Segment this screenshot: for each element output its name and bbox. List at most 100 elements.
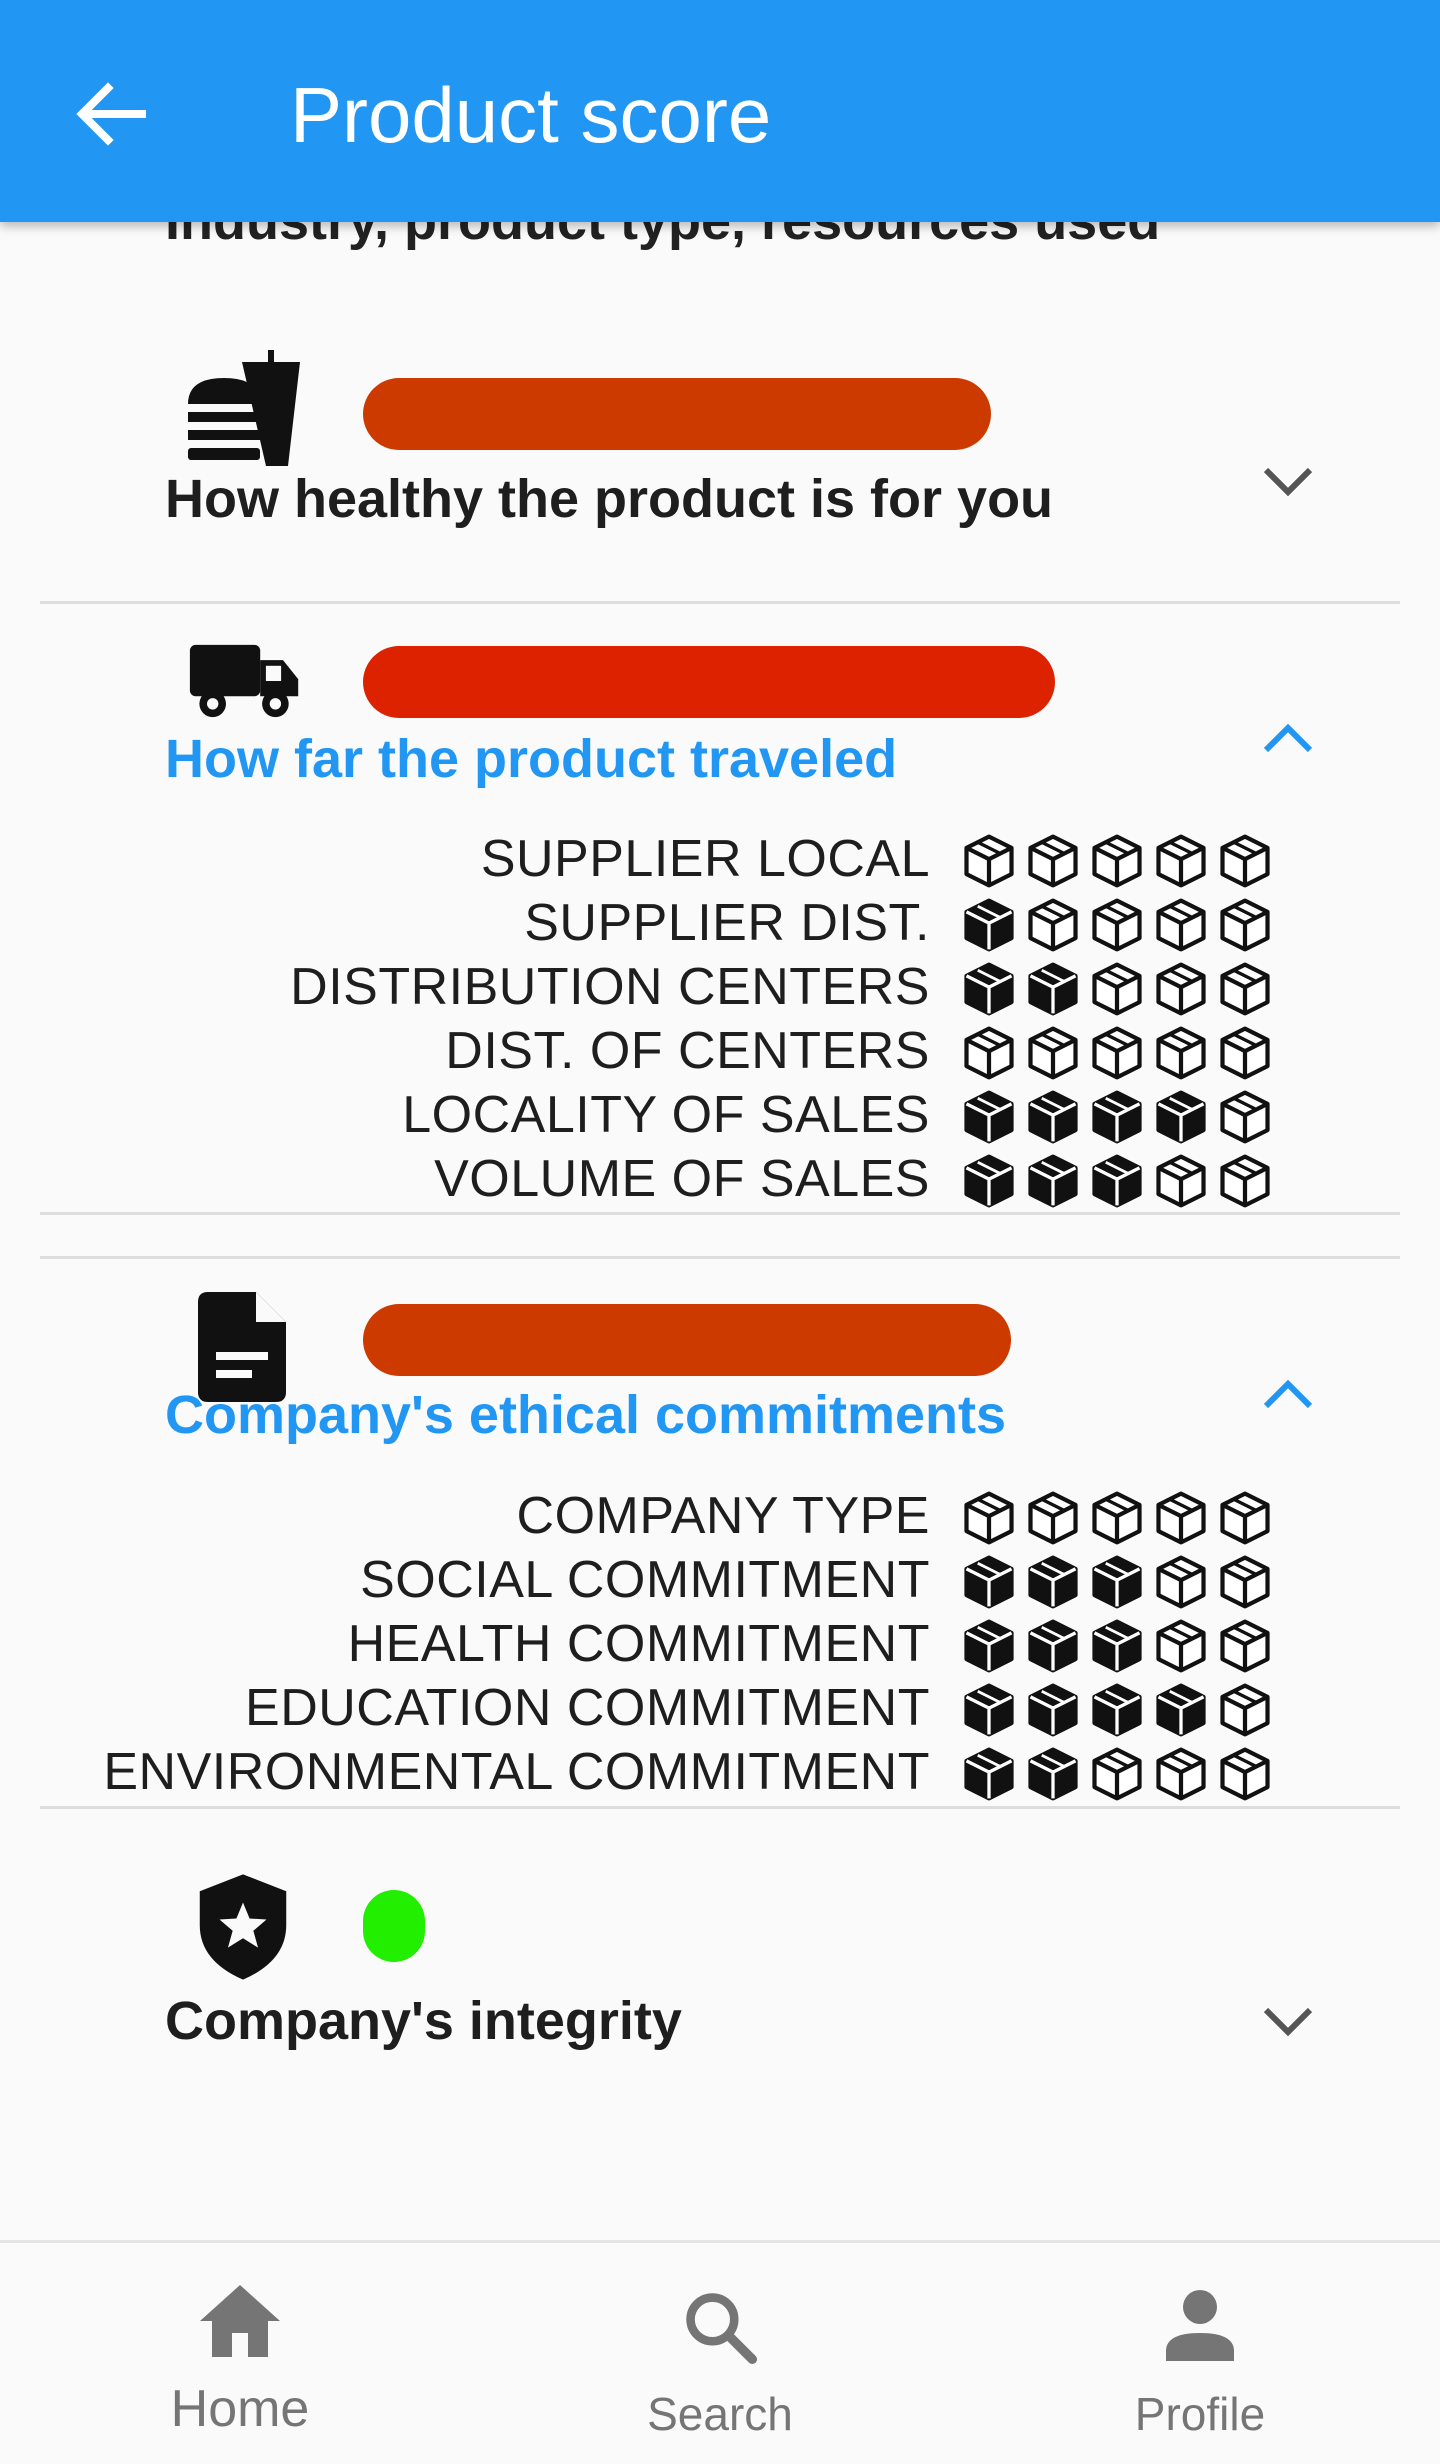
rating-label: COMPANY TYPE (516, 1487, 930, 1545)
rating-row: SOCIAL COMMITMENT (0, 1548, 1440, 1612)
chevron-up-icon[interactable] (1258, 1376, 1318, 1416)
rating-label: SUPPLIER DIST. (524, 894, 930, 952)
person-icon (1166, 2290, 1234, 2361)
partial-section-text: Industry, product type, resources used (165, 222, 1160, 252)
health-score-bar (363, 378, 991, 450)
divider (40, 1806, 1400, 1809)
integrity-score-bar (363, 1890, 425, 1962)
rating-label: EDUCATION COMMITMENT (245, 1679, 930, 1737)
rating-boxes (957, 1552, 1277, 1612)
rating-boxes (957, 1488, 1277, 1548)
section-health[interactable]: How healthy the product is for you (0, 350, 1440, 606)
box-filled-icon (1149, 1680, 1213, 1740)
box-empty-icon (1213, 1087, 1277, 1147)
box-empty-icon (957, 1023, 1021, 1083)
box-empty-icon (1149, 831, 1213, 891)
box-empty-icon (1085, 895, 1149, 955)
section-label-ethics: Company's ethical commitments (165, 1385, 1007, 1445)
box-filled-icon (1021, 959, 1085, 1019)
shield-star-icon (199, 1874, 287, 1980)
nav-label-profile: Profile (1134, 2388, 1266, 2440)
box-empty-icon (1213, 1552, 1277, 1612)
section-label-travel: How far the product traveled (165, 729, 898, 789)
box-empty-icon (1085, 1744, 1149, 1804)
nav-profile[interactable]: Profile (1080, 2243, 1320, 2464)
ethics-score-bar (363, 1304, 1011, 1376)
box-filled-icon (1149, 1087, 1213, 1147)
divider (40, 1256, 1400, 1259)
box-empty-icon (1213, 1151, 1277, 1211)
chevron-down-icon[interactable] (1258, 2000, 1318, 2040)
chevron-down-icon[interactable] (1258, 460, 1318, 500)
rating-label: VOLUME OF SALES (434, 1150, 930, 1208)
nav-label-home: Home (170, 2380, 310, 2438)
box-empty-icon (1149, 1552, 1213, 1612)
rating-label: SUPPLIER LOCAL (480, 830, 930, 888)
section-travel[interactable]: How far the product traveled SUPPLIER LO… (0, 622, 1440, 1208)
box-filled-icon (1021, 1151, 1085, 1211)
rating-row: VOLUME OF SALES (0, 1147, 1440, 1211)
box-filled-icon (1021, 1552, 1085, 1612)
box-filled-icon (1085, 1151, 1149, 1211)
box-empty-icon (1085, 831, 1149, 891)
box-empty-icon (1213, 1744, 1277, 1804)
box-empty-icon (1149, 1488, 1213, 1548)
rating-boxes (957, 1744, 1277, 1804)
box-filled-icon (957, 1616, 1021, 1676)
box-empty-icon (1021, 895, 1085, 955)
arrow-back-icon[interactable] (70, 74, 150, 154)
rating-label: DISTRIBUTION CENTERS (290, 958, 930, 1016)
home-icon (200, 2285, 280, 2357)
rating-row: DISTRIBUTION CENTERS (0, 955, 1440, 1019)
box-filled-icon (1021, 1744, 1085, 1804)
box-filled-icon (957, 1680, 1021, 1740)
page-title: Product score (290, 71, 772, 159)
rating-boxes (957, 1680, 1277, 1740)
rating-label: DIST. OF CENTERS (445, 1022, 930, 1080)
fastfood-icon (188, 350, 300, 466)
box-empty-icon (1085, 959, 1149, 1019)
box-filled-icon (957, 895, 1021, 955)
box-filled-icon (957, 1151, 1021, 1211)
box-empty-icon (957, 1488, 1021, 1548)
box-empty-icon (1021, 1488, 1085, 1548)
box-empty-icon (1213, 895, 1277, 955)
box-empty-icon (1085, 1488, 1149, 1548)
rating-label: HEALTH COMMITMENT (347, 1615, 930, 1673)
box-empty-icon (1149, 895, 1213, 955)
box-filled-icon (957, 1744, 1021, 1804)
box-filled-icon (1085, 1680, 1149, 1740)
rating-boxes (957, 1087, 1277, 1147)
box-empty-icon (1021, 1023, 1085, 1083)
chevron-up-icon[interactable] (1258, 720, 1318, 760)
rating-boxes (957, 831, 1277, 891)
rating-boxes (957, 895, 1277, 955)
rating-label: SOCIAL COMMITMENT (360, 1551, 930, 1609)
divider (40, 1212, 1400, 1215)
box-empty-icon (1213, 831, 1277, 891)
rating-boxes (957, 959, 1277, 1019)
rating-boxes (957, 1616, 1277, 1676)
rating-row: EDUCATION COMMITMENT (0, 1676, 1440, 1740)
section-integrity[interactable]: Company's integrity (0, 1872, 1440, 2092)
rating-boxes (957, 1151, 1277, 1211)
box-empty-icon (1213, 1616, 1277, 1676)
rating-row: LOCALITY OF SALES (0, 1083, 1440, 1147)
box-filled-icon (1021, 1616, 1085, 1676)
box-empty-icon (1149, 1744, 1213, 1804)
box-filled-icon (957, 1087, 1021, 1147)
box-filled-icon (1085, 1087, 1149, 1147)
box-empty-icon (1149, 1023, 1213, 1083)
rating-row: SUPPLIER LOCAL (0, 827, 1440, 891)
box-empty-icon (1213, 1023, 1277, 1083)
nav-home[interactable]: Home (120, 2243, 360, 2464)
rating-label: LOCALITY OF SALES (402, 1086, 930, 1144)
score-content[interactable]: Industry, product type, resources used H… (0, 222, 1440, 2240)
nav-label-search: Search (647, 2388, 793, 2440)
box-empty-icon (957, 831, 1021, 891)
rating-row: COMPANY TYPE (0, 1484, 1440, 1548)
nav-search[interactable]: Search (600, 2243, 840, 2464)
section-label-integrity: Company's integrity (165, 1991, 682, 2051)
box-empty-icon (1085, 1023, 1149, 1083)
box-filled-icon (1085, 1552, 1149, 1612)
